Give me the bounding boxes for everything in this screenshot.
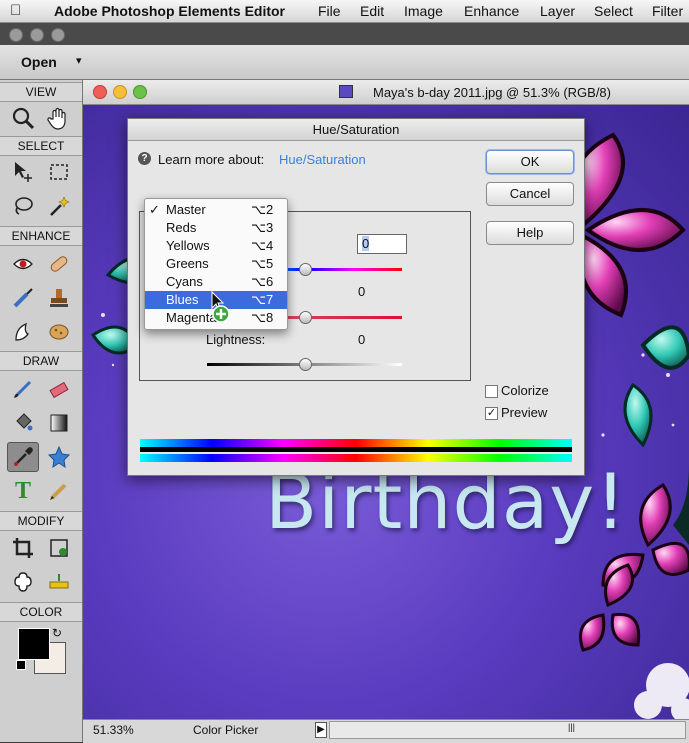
lasso-icon[interactable] (8, 192, 38, 220)
output-color-bar (140, 454, 572, 462)
help-button[interactable]: Help (486, 221, 574, 245)
scrollbar-grip-icon[interactable]: ||| (568, 722, 575, 732)
status-bar: 51.33% Color Picker ▶ ||| (83, 719, 689, 743)
move-icon[interactable] (8, 158, 38, 186)
pencil-icon[interactable] (44, 477, 74, 505)
zoom-icon[interactable] (8, 104, 38, 132)
smart-brush-icon[interactable] (8, 284, 38, 312)
learn-more-link[interactable]: Hue/Saturation (279, 152, 366, 167)
help-circle-icon: ? (138, 152, 151, 165)
menu-file[interactable]: File (318, 3, 341, 19)
hand-icon[interactable] (44, 104, 74, 132)
menu-bar:  Adobe Photoshop Elements Editor File E… (0, 0, 689, 23)
hue-slider-thumb[interactable] (299, 263, 312, 276)
ok-button[interactable]: OK (486, 150, 574, 174)
window-close-button[interactable] (9, 28, 23, 42)
channel-item-cyans[interactable]: Cyans ⌥6 (145, 273, 287, 291)
document-minimize-button[interactable] (113, 85, 127, 99)
lightness-value: 0 (358, 332, 366, 347)
toolbox-section-select: SELECT (0, 136, 82, 156)
colorize-checkbox[interactable] (485, 385, 498, 398)
document-title: Maya's b-day 2011.jpg @ 51.3% (RGB/8) (373, 85, 611, 100)
document-file-icon (339, 85, 353, 98)
default-colors-icon[interactable] (16, 660, 26, 670)
menu-select[interactable]: Select (594, 3, 633, 19)
menu-filter[interactable]: Filter (652, 3, 683, 19)
open-button[interactable]: Open (21, 54, 57, 70)
cookie-cutter-icon[interactable] (8, 568, 38, 596)
document-titlebar: Maya's b-day 2011.jpg @ 51.3% (RGB/8) (83, 80, 689, 105)
channel-item-yellows[interactable]: Yellows ⌥4 (145, 237, 287, 255)
checkmark-icon: ✓ (149, 202, 160, 217)
channel-item-greens[interactable]: Greens ⌥5 (145, 255, 287, 273)
paint-bucket-icon[interactable] (8, 409, 38, 437)
type-icon[interactable]: T (8, 477, 38, 505)
red-eye-icon[interactable] (8, 250, 38, 278)
blur-icon[interactable] (8, 318, 38, 346)
toolbox: VIEW SELECT ENHANCE DRAW T MODIFY COLOR … (0, 80, 83, 742)
toolbox-section-color: COLOR (0, 602, 82, 622)
color-bar-divider (140, 447, 572, 452)
channel-item-reds[interactable]: Reds ⌥3 (145, 219, 287, 237)
swap-colors-icon[interactable]: ↻ (52, 626, 62, 640)
custom-shape-icon[interactable] (44, 443, 74, 471)
toolbox-section-modify: MODIFY (0, 511, 82, 531)
app-name-menu[interactable]: Adobe Photoshop Elements Editor (54, 3, 285, 19)
shortcuts-bar: Open ▾ (0, 45, 689, 80)
document-close-button[interactable] (93, 85, 107, 99)
toolbox-section-view: VIEW (0, 82, 82, 102)
foreground-color-swatch[interactable] (18, 628, 50, 660)
eraser-icon[interactable] (44, 375, 74, 403)
preview-label: Preview (501, 405, 548, 420)
status-menu-arrow-icon[interactable]: ▶ (315, 722, 327, 738)
clone-stamp-icon[interactable] (44, 284, 74, 312)
healing-brush-icon[interactable] (44, 250, 74, 278)
menu-image[interactable]: Image (404, 3, 443, 19)
marquee-icon[interactable] (44, 158, 74, 186)
window-zoom-button[interactable] (51, 28, 65, 42)
crop-icon[interactable] (8, 534, 38, 562)
dialog-title: Hue/Saturation (128, 119, 584, 141)
menu-layer[interactable]: Layer (540, 3, 575, 19)
window-minimize-button[interactable] (30, 28, 44, 42)
zoom-level[interactable]: 51.33% (93, 723, 134, 737)
lightness-label: Lightness: (206, 332, 266, 347)
menu-enhance[interactable]: Enhance (464, 3, 519, 19)
hue-value: 0 (362, 236, 370, 251)
recompose-icon[interactable] (44, 534, 74, 562)
hue-value-field[interactable]: 0 (357, 234, 407, 254)
sponge-icon[interactable] (44, 318, 74, 346)
magic-wand-icon[interactable] (44, 192, 74, 220)
gradient-icon[interactable] (44, 409, 74, 437)
add-plus-icon (212, 305, 230, 323)
learn-more-label: Learn more about: (158, 152, 265, 167)
cancel-button[interactable]: Cancel (486, 182, 574, 206)
menu-edit[interactable]: Edit (360, 3, 384, 19)
lightness-slider-thumb[interactable] (299, 358, 312, 371)
colorize-label: Colorize (501, 383, 549, 398)
saturation-value: 0 (358, 284, 366, 299)
toolbox-section-enhance: ENHANCE (0, 226, 82, 246)
saturation-slider-thumb[interactable] (299, 311, 312, 324)
channel-item-master[interactable]: ✓ Master ⌥2 (145, 201, 287, 219)
straighten-icon[interactable] (44, 568, 74, 596)
status-tool-name: Color Picker (193, 723, 259, 737)
input-color-bar (140, 439, 572, 447)
apple-icon[interactable]:  (10, 2, 21, 19)
eyedropper-icon[interactable] (7, 442, 39, 472)
document-zoom-button[interactable] (133, 85, 147, 99)
brush-icon[interactable] (8, 375, 38, 403)
toolbox-section-draw: DRAW (0, 351, 82, 371)
chevron-down-icon[interactable]: ▾ (76, 54, 82, 67)
preview-checkbox[interactable]: ✓ (485, 407, 498, 420)
horizontal-scrollbar[interactable] (329, 721, 686, 739)
window-titlebar (0, 23, 689, 45)
